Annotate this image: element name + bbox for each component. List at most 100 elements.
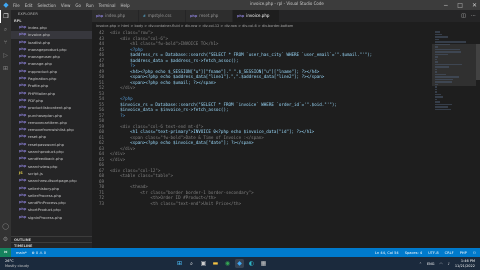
minimap[interactable] bbox=[432, 30, 480, 248]
wifi-icon[interactable]: ◠ bbox=[440, 262, 443, 266]
menu-edit[interactable]: Edit bbox=[25, 3, 33, 8]
php-file-icon: php bbox=[19, 97, 27, 102]
settings-gear-icon[interactable]: ⚙ bbox=[0, 233, 11, 246]
explorer-icon[interactable]: ❐ bbox=[0, 10, 11, 23]
language-indicator[interactable]: ENG bbox=[427, 262, 435, 266]
file-name: sendPinProcess.php bbox=[28, 200, 66, 206]
file-item[interactable]: php removecartitem.php bbox=[11, 119, 92, 126]
edge-icon[interactable]: ◐ bbox=[247, 259, 256, 268]
file-item[interactable]: php purchaseplan.php bbox=[11, 112, 92, 119]
minimap-line bbox=[435, 88, 437, 90]
editor-tab[interactable]: php reset.php bbox=[186, 10, 233, 22]
minimap-line bbox=[435, 46, 438, 48]
git-branch[interactable]: main* bbox=[16, 251, 27, 255]
weather-desc: Mostly cloudy bbox=[5, 263, 30, 268]
search-icon[interactable]: ⌕ bbox=[187, 259, 196, 268]
file-item[interactable]: php sellerhistory.php bbox=[11, 185, 92, 192]
code-text: <th class="text-end">Unit Price</th> bbox=[110, 200, 242, 206]
file-item[interactable]: php manageuser.php bbox=[11, 53, 92, 60]
file-explorer-icon[interactable]: ▬ bbox=[211, 259, 220, 268]
editor-tab[interactable]: # mpstyle.css bbox=[139, 10, 186, 22]
minimize-icon[interactable]: − bbox=[443, 2, 448, 9]
php-file-icon: php bbox=[19, 61, 27, 66]
problems-count[interactable]: ⊗ 0 ⚠ 0 bbox=[32, 251, 46, 255]
file-item[interactable]: php Profile.php bbox=[11, 82, 92, 89]
tab-label: mpstyle.css bbox=[147, 13, 172, 18]
file-item[interactable]: JS script.js bbox=[11, 170, 92, 177]
vertical-scrollbar[interactable] bbox=[476, 44, 480, 80]
file-name: resetpassword.php bbox=[28, 141, 65, 147]
task-view-icon[interactable]: ▣ bbox=[199, 259, 208, 268]
php-file-icon: php bbox=[19, 178, 27, 183]
code-editor[interactable]: 42 <div class="row"> 43 <div class="col-6"… bbox=[92, 30, 432, 248]
file-item[interactable]: php removefromwishlist.php bbox=[11, 126, 92, 133]
code-text: $invoice_data = $invoice_rs->fetch_assoc… bbox=[110, 107, 229, 112]
chrome-icon[interactable]: ◉ bbox=[223, 259, 232, 268]
menu-help[interactable]: Help bbox=[121, 3, 130, 8]
search-icon[interactable]: ⌕ bbox=[0, 23, 11, 36]
file-item[interactable]: php searchproduct.php bbox=[11, 148, 92, 155]
minimap-line bbox=[435, 41, 467, 43]
tab-label: index.php bbox=[105, 13, 126, 18]
menu-run[interactable]: Run bbox=[86, 3, 94, 8]
file-item[interactable]: php searchresultsortpage.php bbox=[11, 177, 92, 184]
start-icon[interactable]: ⊞ bbox=[175, 259, 184, 268]
menu-go[interactable]: Go bbox=[75, 3, 81, 8]
file-item[interactable]: php shortProduct.php bbox=[11, 206, 92, 213]
volume-icon[interactable]: ♪ bbox=[448, 262, 450, 266]
title-bar: ◆ File Edit Selection View Go Run Terminal Help… bbox=[0, 0, 480, 10]
status-right: Ln 44, Col 54 Spaces: 4 UTF-8 CRLF PHP ⚇ bbox=[375, 251, 480, 255]
split-editor-icon[interactable]: ◫ bbox=[461, 13, 466, 19]
tray-chevron-icon[interactable]: ⌃ bbox=[419, 262, 422, 266]
line-ending[interactable]: CRLF bbox=[445, 251, 454, 255]
file-item[interactable]: php manageproduct.php bbox=[11, 46, 92, 53]
menu-view[interactable]: View bbox=[61, 3, 71, 8]
file-item[interactable]: php index.php bbox=[11, 24, 92, 31]
store-icon[interactable]: ▦ bbox=[259, 259, 268, 268]
menu-file[interactable]: File bbox=[13, 3, 20, 8]
file-item[interactable]: php sendPinProcess.php bbox=[11, 199, 92, 206]
php-file-icon: php bbox=[19, 46, 27, 51]
clock[interactable]: 1:46 PM 11/21/2022 bbox=[455, 259, 475, 268]
file-item[interactable]: php resetpassword.php bbox=[11, 141, 92, 148]
file-item[interactable]: php productlistcontent.php bbox=[11, 104, 92, 111]
menu-terminal[interactable]: Terminal bbox=[99, 3, 116, 8]
menu-selection[interactable]: Selection bbox=[37, 3, 55, 8]
file-item[interactable]: php signinProcess.php bbox=[11, 214, 92, 221]
file-item[interactable]: php PDF.php bbox=[11, 97, 92, 104]
remote-indicator-icon[interactable]: ⋈ bbox=[0, 248, 11, 257]
activity-bottom: ◯ ⚙ bbox=[0, 220, 11, 246]
language-mode[interactable]: PHP bbox=[460, 251, 467, 255]
code-line[interactable]: 73 <th class="text-end">Unit Price</th> bbox=[92, 201, 432, 207]
source-control-icon[interactable]: ⑂ bbox=[0, 36, 11, 49]
file-item[interactable]: php searchview.php bbox=[11, 163, 92, 170]
indentation[interactable]: Spaces: 4 bbox=[405, 251, 422, 255]
file-item[interactable]: php PHPMailer.php bbox=[11, 90, 92, 97]
close-icon[interactable]: ✕ bbox=[472, 2, 477, 9]
file-item[interactable]: php sendfeedback.php bbox=[11, 155, 92, 162]
file-item[interactable]: php mpproduct.php bbox=[11, 68, 92, 75]
vscode-taskbar-icon[interactable]: ◆ bbox=[235, 259, 244, 268]
notifications-icon[interactable]: ⚇ bbox=[473, 251, 476, 255]
maximize-icon[interactable]: □ bbox=[457, 2, 463, 9]
php-file-icon: php bbox=[19, 185, 27, 190]
file-item[interactable]: php manage.php bbox=[11, 60, 92, 67]
run-debug-icon[interactable]: ▷ bbox=[0, 49, 11, 62]
weather-widget[interactable]: 26°C Mostly cloudy bbox=[5, 259, 29, 268]
cursor-position[interactable]: Ln 44, Col 54 bbox=[375, 251, 399, 255]
editor-tab[interactable]: php index.php bbox=[92, 10, 139, 22]
file-name: purchaseplan.php bbox=[28, 112, 63, 118]
encoding[interactable]: UTF-8 bbox=[428, 251, 438, 255]
file-item[interactable]: php loadlist.php bbox=[11, 39, 92, 46]
breadcrumb[interactable]: invoice.php > html > body > div.containe… bbox=[92, 22, 480, 30]
file-item[interactable]: php sellerProcess.php bbox=[11, 192, 92, 199]
file-item[interactable]: php invoice.php bbox=[11, 31, 92, 39]
more-actions-icon[interactable]: ⋯ bbox=[471, 13, 476, 19]
extensions-icon[interactable]: ⊞ bbox=[0, 62, 11, 75]
php-file-icon: php bbox=[96, 14, 104, 18]
file-item[interactable]: php reset.php bbox=[11, 133, 92, 140]
file-item[interactable]: php Pagination.php bbox=[11, 75, 92, 82]
account-icon[interactable]: ◯ bbox=[0, 220, 11, 233]
editor-tab[interactable]: php invoice.php bbox=[233, 10, 280, 22]
php-file-icon: php bbox=[19, 76, 27, 81]
